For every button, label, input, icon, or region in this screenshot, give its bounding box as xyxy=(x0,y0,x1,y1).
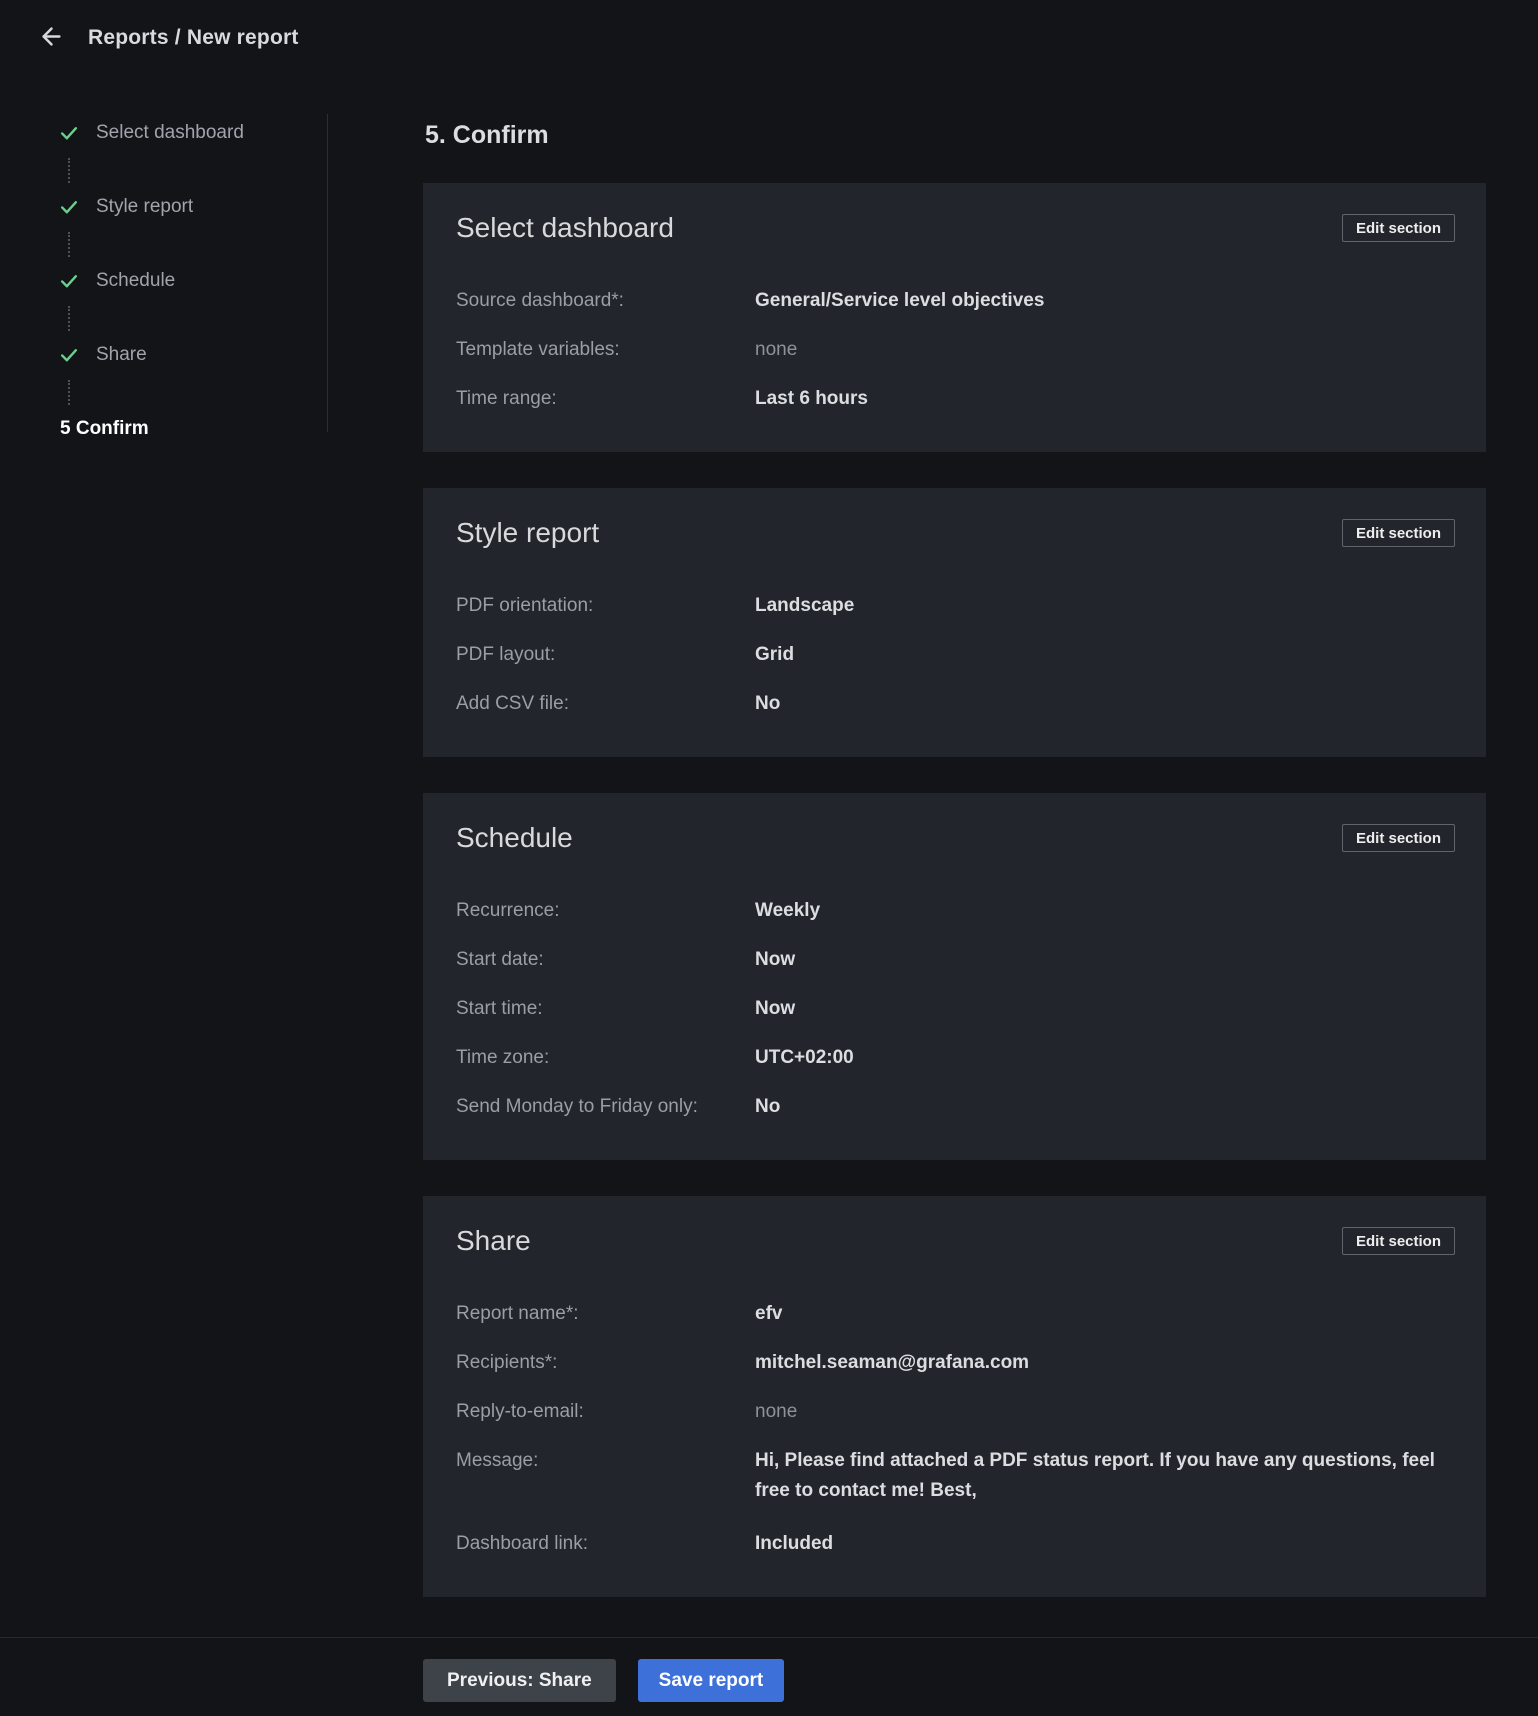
summary-row: Add CSV file: No xyxy=(456,693,1453,715)
footer-actions: Previous: Share Save report xyxy=(423,1659,785,1702)
summary-row: PDF layout: Grid xyxy=(456,644,1453,666)
sidebar-step-schedule[interactable]: Schedule xyxy=(58,269,308,293)
step-label: Style report xyxy=(96,196,194,217)
summary-row: Recurrence: Weekly xyxy=(456,900,1453,922)
row-value: No xyxy=(755,1096,781,1117)
arrow-left-icon xyxy=(38,23,65,53)
row-label: Start time: xyxy=(456,998,543,1019)
row-value: Weekly xyxy=(755,900,821,921)
summary-row: Message: Hi, Please find attached a PDF s… xyxy=(456,1450,1453,1506)
summary-row: Dashboard link: Included xyxy=(456,1533,1453,1555)
row-label: Recurrence: xyxy=(456,900,560,921)
row-label: Dashboard link: xyxy=(456,1533,589,1554)
step-label: Select dashboard xyxy=(96,122,244,143)
row-label: Message: xyxy=(456,1450,539,1471)
wizard-stepper: Select dashboard Style report Schedule Shar… xyxy=(58,121,308,441)
summary-row: Start time: Now xyxy=(456,998,1453,1020)
row-value: Hi, Please find attached a PDF status re… xyxy=(755,1450,1435,1501)
row-value: efv xyxy=(755,1303,783,1324)
row-value: General/Service level objectives xyxy=(755,290,1045,311)
step-connector xyxy=(68,380,70,405)
row-value: Now xyxy=(755,949,796,970)
row-label: Template variables: xyxy=(456,339,620,360)
section-card-share: Share Edit section Report name*: efv Recipie… xyxy=(423,1196,1486,1597)
edit-section-button[interactable]: Edit section xyxy=(1341,214,1455,242)
row-label: Reply-to-email: xyxy=(456,1401,584,1422)
row-label: Time range: xyxy=(456,388,557,409)
sidebar-step-select-dashboard[interactable]: Select dashboard xyxy=(58,121,308,145)
back-button[interactable] xyxy=(36,23,66,53)
row-value: Now xyxy=(755,998,796,1019)
page-title: 5. Confirm xyxy=(425,121,549,149)
summary-row: Recipients*: mitchel.seaman@grafana.com xyxy=(456,1352,1453,1374)
summary-row: Send Monday to Friday only: No xyxy=(456,1096,1453,1118)
previous-share-button[interactable]: Previous: Share xyxy=(423,1659,616,1702)
stepper-divider xyxy=(327,114,328,432)
step-label: Schedule xyxy=(96,270,176,291)
edit-section-button[interactable]: Edit section xyxy=(1341,824,1455,852)
page-header: Reports / New report xyxy=(0,0,1538,76)
summary-row: PDF orientation: Landscape xyxy=(456,595,1453,617)
row-label: Recipients*: xyxy=(456,1352,558,1373)
row-value: mitchel.seaman@grafana.com xyxy=(755,1352,1030,1373)
summary-row: Report name*: efv xyxy=(456,1303,1453,1325)
check-icon xyxy=(58,344,80,366)
sidebar-step-share[interactable]: Share xyxy=(58,343,308,367)
row-label: Send Monday to Friday only: xyxy=(456,1096,698,1117)
section-card-schedule: Schedule Edit section Recurrence: Weekly Sta… xyxy=(423,793,1486,1160)
row-value: UTC+02:00 xyxy=(755,1047,854,1068)
section-card-select-dashboard: Select dashboard Edit section Source dashb… xyxy=(423,183,1486,452)
row-value: Last 6 hours xyxy=(755,388,868,409)
footer-divider xyxy=(0,1637,1538,1638)
save-report-button[interactable]: Save report xyxy=(637,1659,785,1702)
row-label: Time zone: xyxy=(456,1047,550,1068)
check-icon xyxy=(58,270,80,292)
section-card-style-report: Style report Edit section PDF orientation:… xyxy=(423,488,1486,757)
row-label: Source dashboard*: xyxy=(456,290,624,311)
step-connector xyxy=(68,306,70,331)
row-label: Add CSV file: xyxy=(456,693,569,714)
summary-row: Reply-to-email: none xyxy=(456,1401,1453,1423)
section-title: Share xyxy=(456,1225,531,1256)
section-title: Style report xyxy=(456,517,600,548)
section-title: Schedule xyxy=(456,822,573,853)
row-value: Grid xyxy=(755,644,795,665)
summary-row: Time zone: UTC+02:00 xyxy=(456,1047,1453,1069)
edit-section-button[interactable]: Edit section xyxy=(1341,1227,1455,1255)
check-icon xyxy=(58,196,80,218)
sidebar-step-confirm-active[interactable]: 5 Confirm xyxy=(58,417,308,441)
sidebar-step-style-report[interactable]: Style report xyxy=(58,195,308,219)
row-label: PDF orientation: xyxy=(456,595,594,616)
step-label: Share xyxy=(96,344,147,365)
section-title: Select dashboard xyxy=(456,212,674,243)
row-label: Report name*: xyxy=(456,1303,579,1324)
step-connector xyxy=(68,232,70,257)
row-value: Included xyxy=(755,1533,834,1554)
check-icon xyxy=(58,122,80,144)
row-value: No xyxy=(755,693,781,714)
confirm-sections: Select dashboard Edit section Source dashb… xyxy=(423,183,1486,1633)
summary-row: Template variables: none xyxy=(456,339,1453,361)
row-value: none xyxy=(755,1401,798,1422)
summary-row: Time range: Last 6 hours xyxy=(456,388,1453,410)
summary-row: Source dashboard*: General/Service level … xyxy=(456,290,1453,312)
row-label: PDF layout: xyxy=(456,644,556,665)
step-connector xyxy=(68,158,70,183)
breadcrumb: Reports / New report xyxy=(88,26,299,49)
row-label: Start date: xyxy=(456,949,544,970)
edit-section-button[interactable]: Edit section xyxy=(1341,519,1455,547)
row-value: none xyxy=(755,339,798,360)
summary-row: Start date: Now xyxy=(456,949,1453,971)
row-value: Landscape xyxy=(755,595,855,616)
